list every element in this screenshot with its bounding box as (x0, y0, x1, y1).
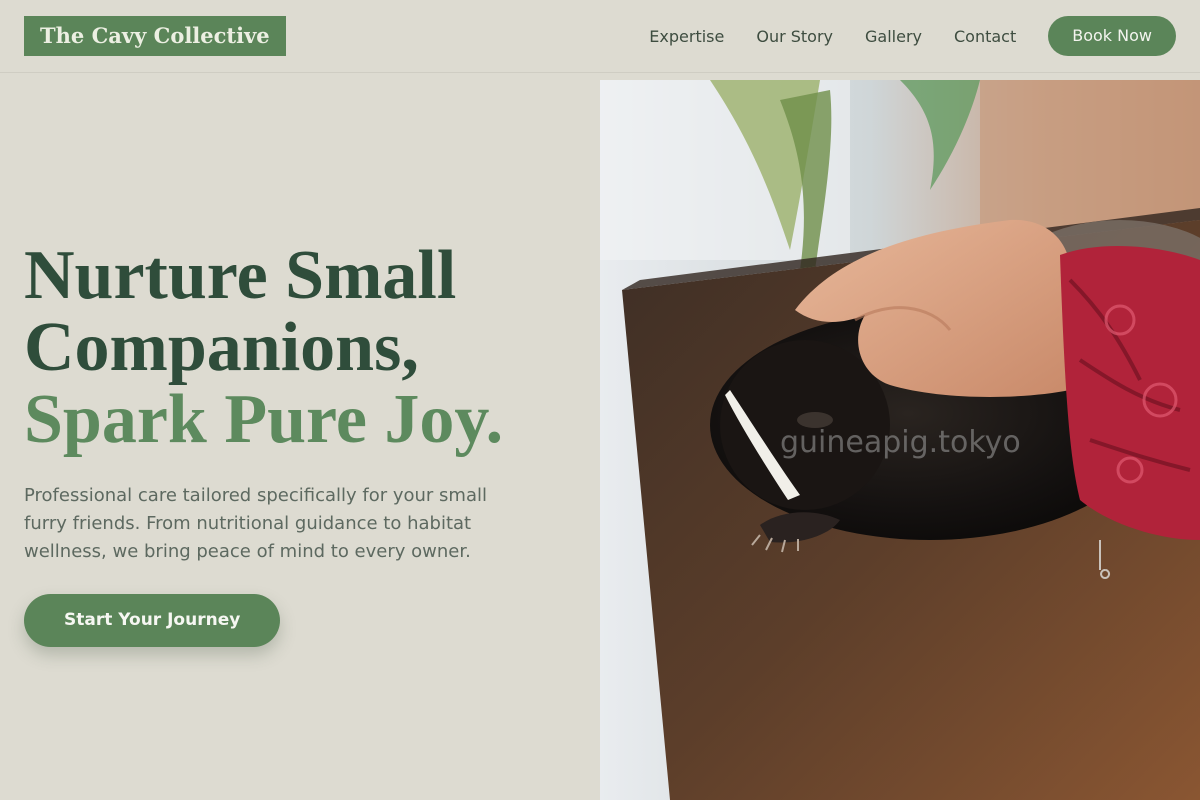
book-now-button[interactable]: Book Now (1048, 16, 1176, 56)
headline-line-2: Companions, (24, 309, 419, 386)
hero-description: Professional care tailored specifically … (24, 485, 487, 562)
headline-line-1: Nurture Small (24, 237, 457, 314)
nav-link-gallery[interactable]: Gallery (865, 27, 922, 46)
hero-photo: guineapig.tokyo (600, 80, 1200, 800)
site-header: The Cavy Collective Expertise Our Story … (0, 0, 1200, 73)
hero-headline: Nurture Small Companions, Spark Pure Joy… (24, 240, 584, 456)
headline-accent: Spark Pure Joy. (24, 381, 504, 458)
main-nav: Expertise Our Story Gallery Contact Book… (649, 16, 1176, 56)
nav-link-our-story[interactable]: Our Story (756, 27, 833, 46)
hero-section: Nurture Small Companions, Spark Pure Joy… (24, 240, 584, 647)
site-logo[interactable]: The Cavy Collective (24, 16, 286, 56)
nav-link-expertise[interactable]: Expertise (649, 27, 724, 46)
image-watermark: guineapig.tokyo (780, 425, 1021, 460)
start-journey-button[interactable]: Start Your Journey (24, 594, 281, 647)
nav-link-contact[interactable]: Contact (954, 27, 1016, 46)
